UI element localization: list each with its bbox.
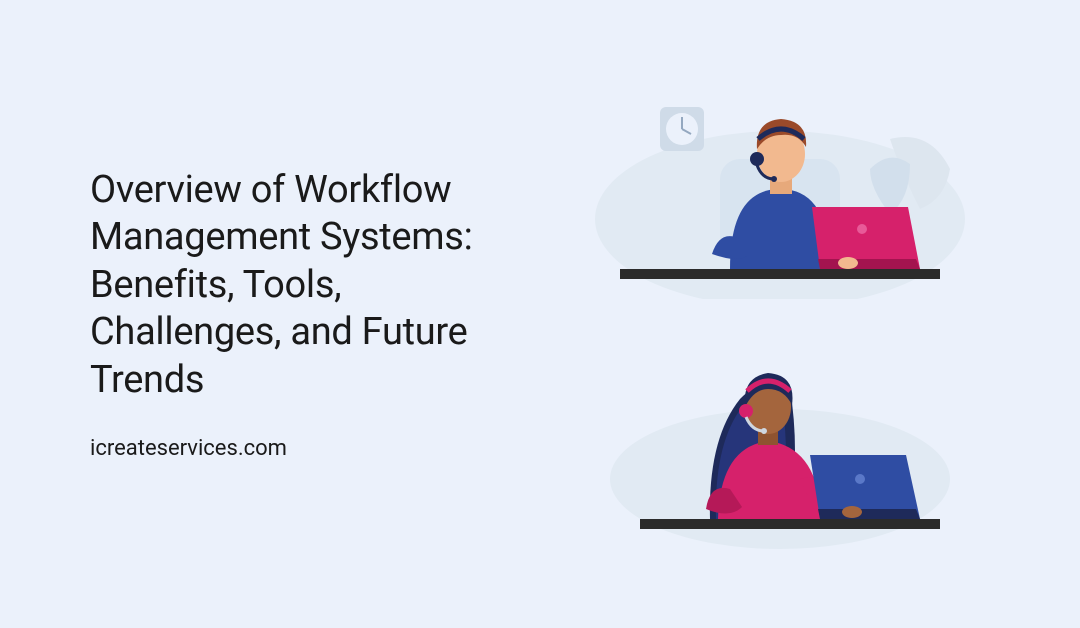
woman-at-desk-icon (590, 329, 970, 549)
illustration-woman-headset-laptop (590, 329, 970, 549)
illustration-man-headset-laptop (590, 79, 970, 299)
man-at-desk-icon (590, 79, 970, 299)
page-title: Overview of Workflow Management Systems:… (90, 167, 520, 405)
illustration-column (540, 79, 1080, 549)
source-domain: icreateservices.com (90, 436, 520, 461)
text-block: Overview of Workflow Management Systems:… (0, 167, 540, 462)
